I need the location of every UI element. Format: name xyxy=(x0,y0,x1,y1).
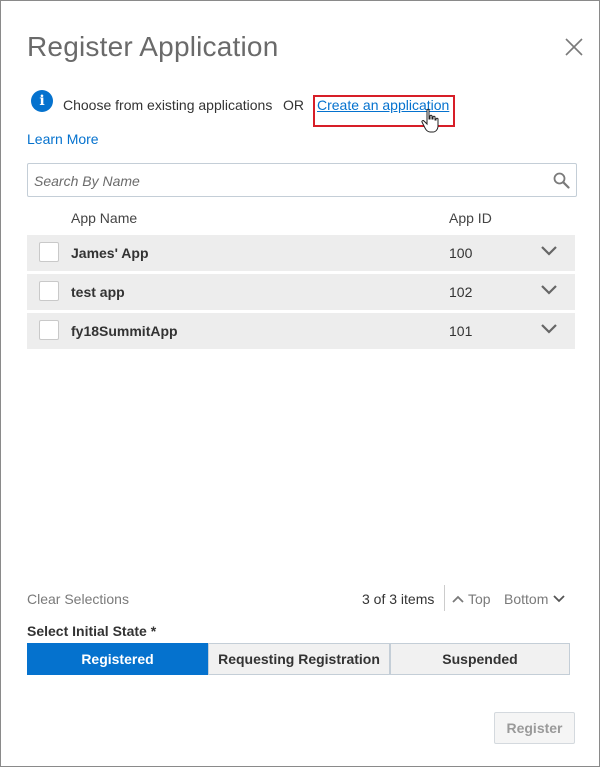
hand-cursor-icon xyxy=(421,108,439,133)
app-name: fy18SummitApp xyxy=(71,323,178,339)
items-count: 3 of 3 items xyxy=(362,591,435,607)
state-requesting-registration-button[interactable]: Requesting Registration xyxy=(208,643,390,675)
app-id: 100 xyxy=(449,245,473,261)
close-icon[interactable] xyxy=(563,36,585,58)
search-icon[interactable] xyxy=(553,172,570,189)
chevron-down-icon[interactable] xyxy=(540,323,558,335)
info-icon: i xyxy=(31,90,53,112)
clear-selections-link[interactable]: Clear Selections xyxy=(27,591,129,607)
chevron-down-icon[interactable] xyxy=(540,245,558,257)
register-button[interactable]: Register xyxy=(494,712,575,744)
chevron-down-icon[interactable] xyxy=(540,284,558,296)
app-name: James' App xyxy=(71,245,149,261)
search-input[interactable] xyxy=(32,168,546,194)
table-row[interactable]: test app 102 xyxy=(27,274,575,310)
info-row: i xyxy=(31,89,53,113)
row-checkbox[interactable] xyxy=(39,242,59,262)
choose-existing-text: Choose from existing applications xyxy=(63,97,273,113)
state-suspended-button[interactable]: Suspended xyxy=(390,643,570,675)
app-id: 102 xyxy=(449,284,473,300)
table-row[interactable]: James' App 100 xyxy=(27,235,575,271)
table-row[interactable]: fy18SummitApp 101 xyxy=(27,313,575,349)
divider xyxy=(444,585,445,611)
initial-state-label: Select Initial State * xyxy=(27,623,157,639)
state-registered-button[interactable]: Registered xyxy=(27,643,208,675)
bottom-label: Bottom xyxy=(504,591,549,607)
register-application-dialog: Register Application i Choose from exist… xyxy=(0,0,600,767)
search-box xyxy=(27,163,577,197)
column-header-app-id: App ID xyxy=(449,210,492,226)
row-checkbox[interactable] xyxy=(39,320,59,340)
chevron-down-icon xyxy=(553,595,565,603)
app-id: 101 xyxy=(449,323,473,339)
row-checkbox[interactable] xyxy=(39,281,59,301)
column-header-app-name: App Name xyxy=(71,210,138,226)
or-text: OR xyxy=(283,97,304,113)
scroll-bottom-button[interactable]: Bottom xyxy=(504,591,565,607)
dialog-title: Register Application xyxy=(27,31,279,62)
app-name: test app xyxy=(71,284,125,300)
scroll-top-button[interactable]: Top xyxy=(452,591,491,607)
learn-more-link[interactable]: Learn More xyxy=(27,131,99,147)
top-label: Top xyxy=(468,591,491,607)
initial-state-selector: Registered Requesting Registration Suspe… xyxy=(27,643,570,675)
chevron-up-icon xyxy=(452,595,464,603)
